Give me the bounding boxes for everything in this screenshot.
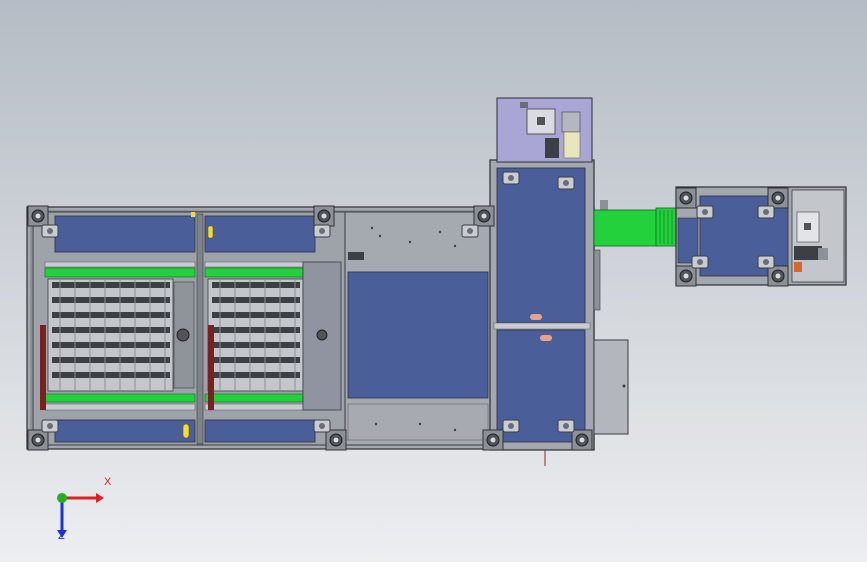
cad-viewport[interactable]: X Z xyxy=(0,0,867,562)
z-axis-label: Z xyxy=(58,530,65,542)
axis-triad-graphic xyxy=(57,493,104,538)
electrical-box xyxy=(593,339,629,435)
upper-cabinet xyxy=(496,97,593,163)
roller-bed-right xyxy=(207,261,342,411)
machine-drawing xyxy=(0,0,867,562)
x-axis-label: X xyxy=(104,476,112,488)
middle-module xyxy=(344,211,491,446)
roller-bed-left xyxy=(40,278,195,410)
y-axis-point xyxy=(57,493,67,503)
axis-triad: X Z xyxy=(44,476,114,550)
right-module xyxy=(675,186,847,286)
